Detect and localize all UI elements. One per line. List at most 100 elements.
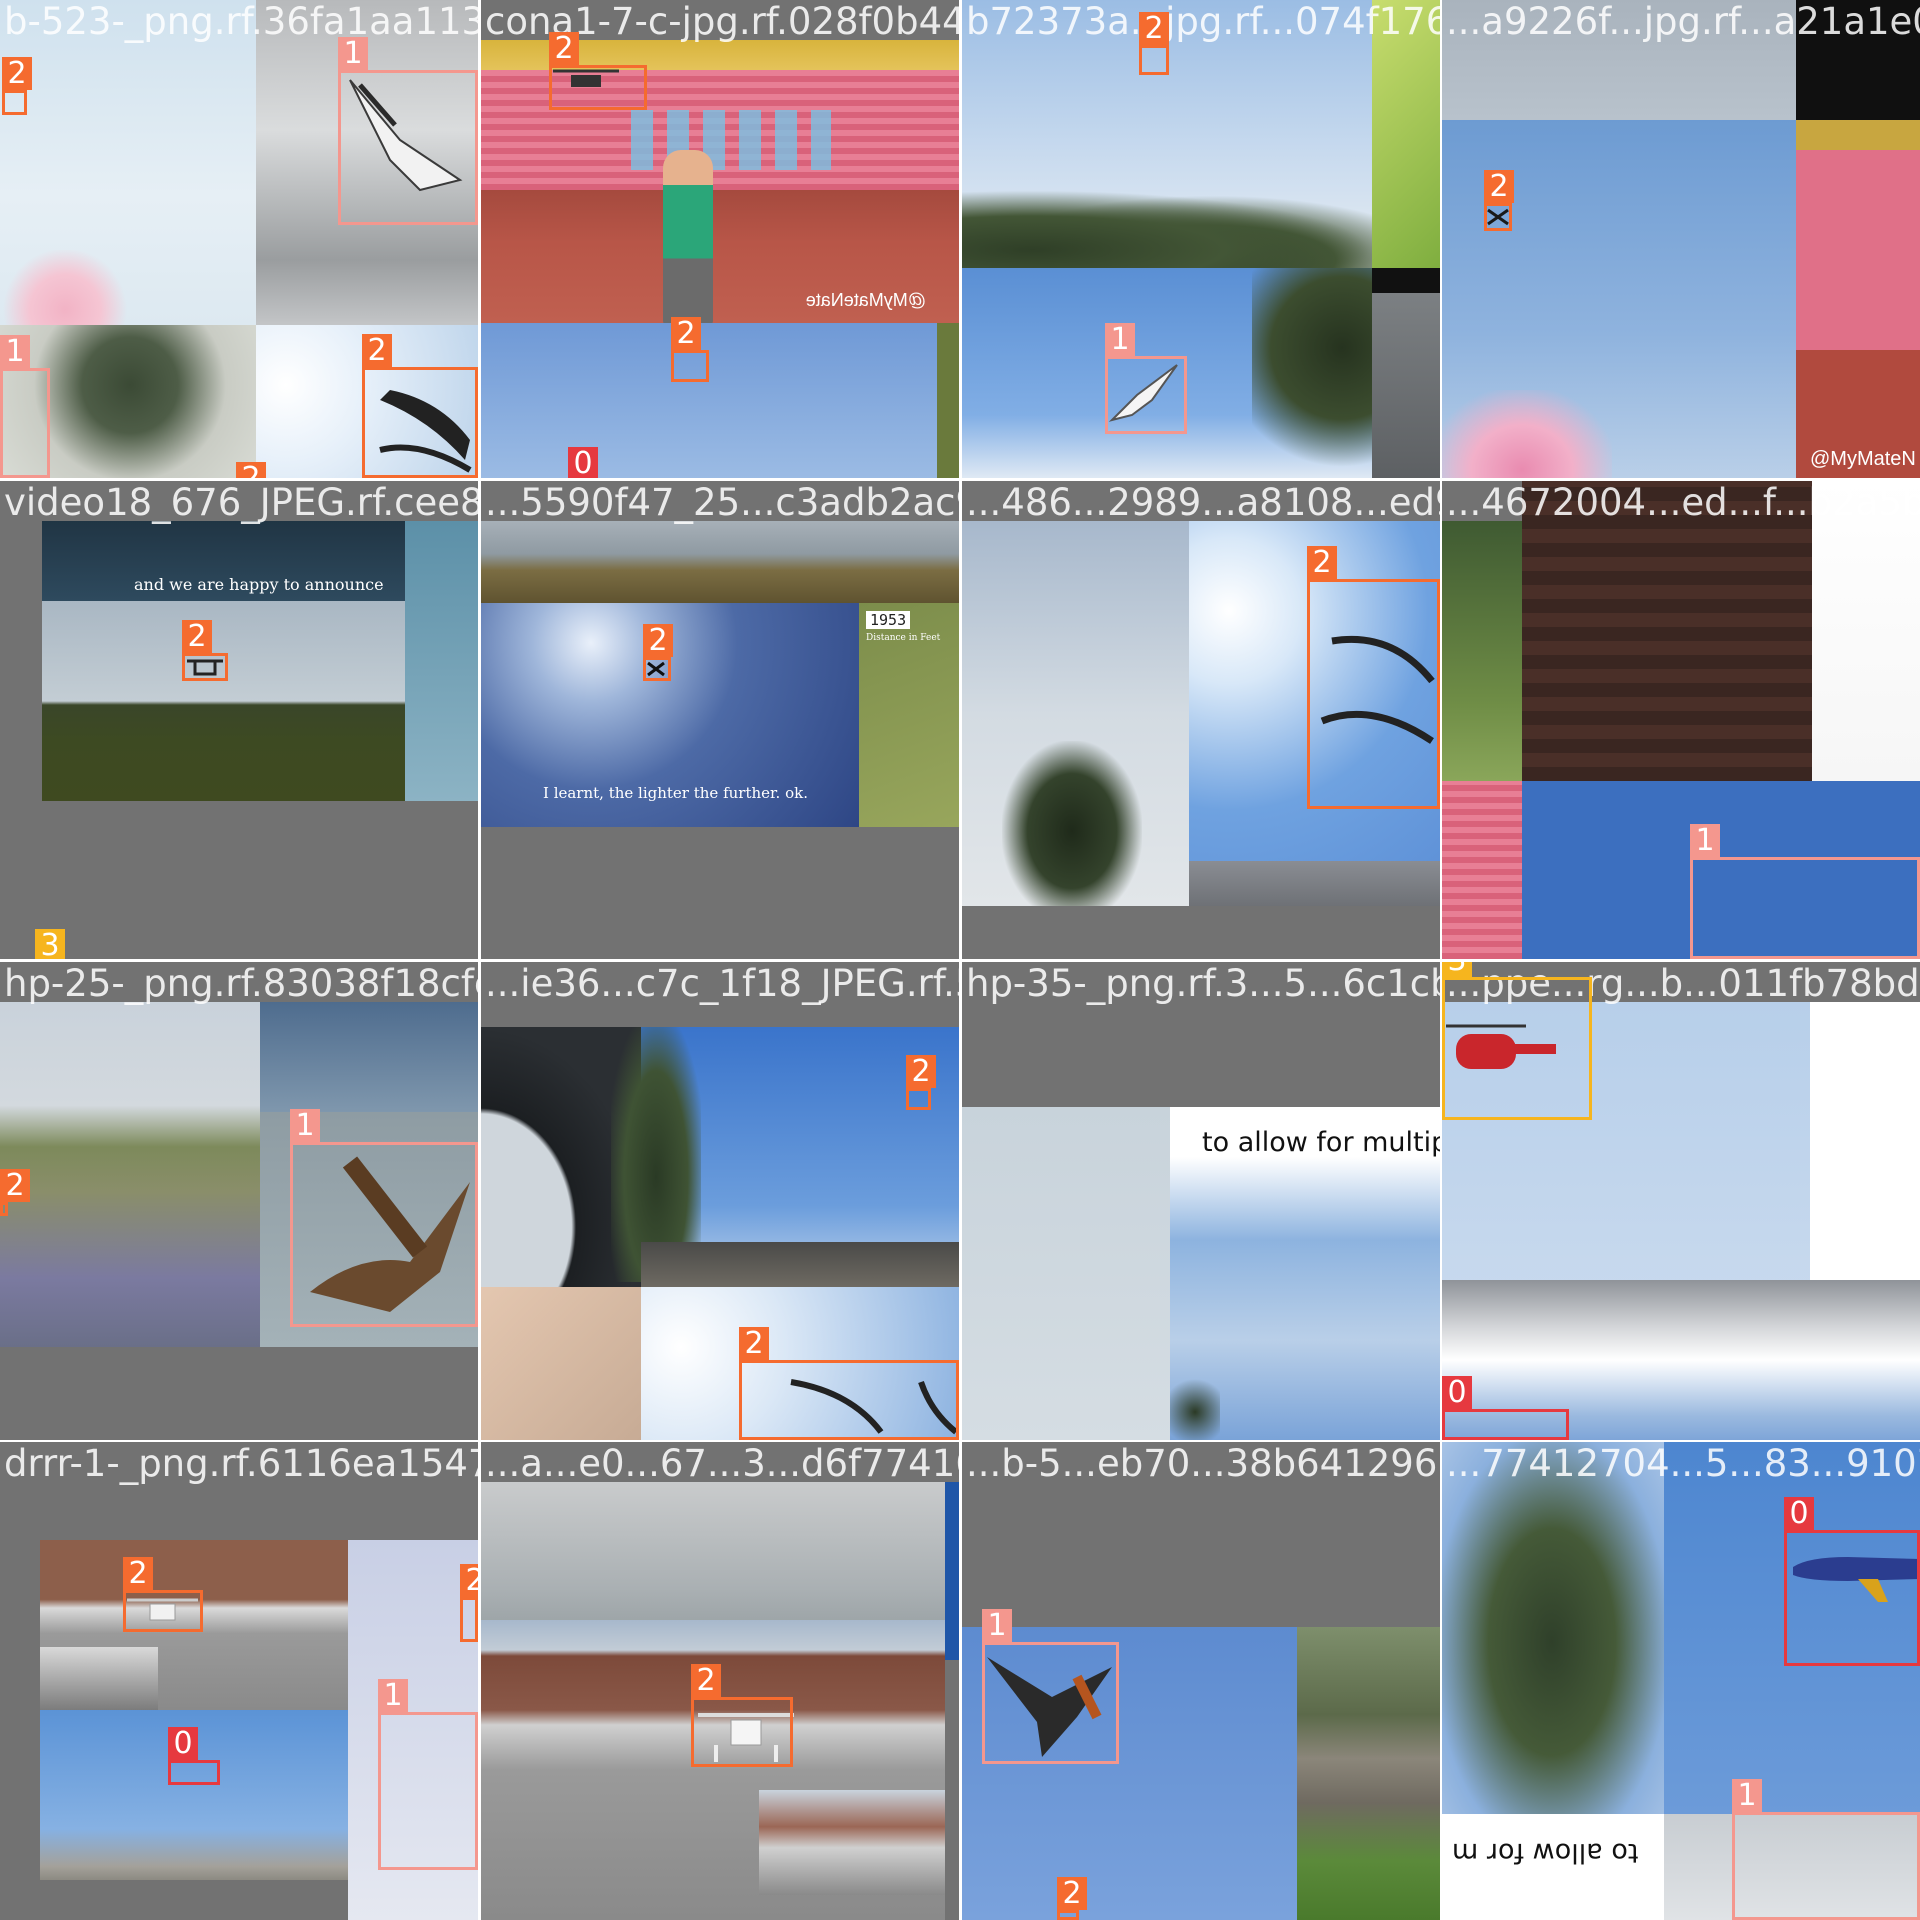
bbox-class-1: 1 bbox=[378, 1679, 478, 1870]
tile-filename: ...4672004...ed...f...b2a5be3fc7... bbox=[1446, 481, 1920, 524]
bbox-class-2: 2 bbox=[671, 317, 709, 382]
tree-crown-photo bbox=[962, 190, 1372, 268]
bbox-class-2: 2 bbox=[1307, 546, 1440, 809]
cherry-blossom-photo bbox=[1442, 390, 1612, 478]
bbox-class-2: 2 bbox=[0, 1169, 30, 1216]
bbox-label: 1 bbox=[1105, 323, 1135, 356]
bbox-label: 2 bbox=[906, 1055, 936, 1088]
bbox-class-3: 3 bbox=[1442, 962, 1592, 1120]
mosaic-tile: ...4672004...ed...f...b2a5be3fc7... 1 bbox=[1442, 481, 1920, 959]
augmented-batch-mosaic: b-523-_png.rf.36fa1aa1137aeca1c7... 2 1 … bbox=[0, 0, 1920, 1920]
mountain-ridge-photo bbox=[1189, 861, 1440, 906]
watermark-text: @MyMateN bbox=[1810, 448, 1916, 470]
bbox-class-2: 2 bbox=[906, 1055, 936, 1110]
tile-filename: hp-35-_png.rf.3...5...6c1cba6fb... bbox=[966, 962, 1440, 1005]
bbox-label: 2 bbox=[739, 1327, 769, 1360]
bbox-label: 1 bbox=[0, 335, 30, 368]
bbox-class-1: 1 bbox=[290, 1109, 478, 1327]
grass-shore-photo bbox=[481, 521, 959, 603]
white-sky-photo bbox=[1812, 481, 1920, 781]
bbox-label: 0 bbox=[1442, 1376, 1472, 1409]
bbox-class-2: 2 bbox=[182, 620, 228, 681]
bbox-label: 1 bbox=[1690, 824, 1720, 857]
bbox-label: 2 bbox=[236, 462, 266, 478]
bbox-label: 2 bbox=[362, 334, 392, 367]
mosaic-tile: ...486...2989...a8108...ed91c4b72... 2 bbox=[962, 481, 1440, 959]
bbox-label: 0 bbox=[168, 1727, 198, 1760]
bbox-label: 2 bbox=[1057, 1877, 1087, 1910]
house-roof-photo bbox=[641, 1242, 959, 1287]
tile-filename: b72373a...jpg.rf...074f1764a9e... bbox=[966, 0, 1440, 43]
concrete-wall-photo bbox=[1372, 268, 1440, 478]
tile-filename: ...b-5...eb70...38b641296... bbox=[966, 1442, 1440, 1485]
bbox-label: 0 bbox=[1784, 1497, 1814, 1530]
bbox-label: 1 bbox=[982, 1609, 1012, 1642]
bbox-class-2: 2 bbox=[1139, 12, 1169, 75]
bbox-label: 2 bbox=[1307, 546, 1337, 579]
farmland-photo bbox=[0, 1002, 260, 1347]
bbox-class-2: 2 bbox=[643, 624, 673, 681]
tree-foliage-photo bbox=[1170, 1372, 1220, 1440]
bbox-label: 2 bbox=[1139, 12, 1169, 45]
bbox-class-2: 2 bbox=[460, 1564, 478, 1642]
bbox-class-1: 1 bbox=[338, 37, 478, 225]
video-caption: to allow for multip bbox=[1202, 1127, 1440, 1158]
parking-lot-thumb-photo bbox=[40, 1647, 158, 1710]
cherry-blossom-photo bbox=[0, 250, 130, 325]
presenter-figure bbox=[663, 150, 713, 325]
bbox-class-1: 1 bbox=[0, 335, 50, 478]
distance-badge-caption: Distance in Feet bbox=[866, 633, 941, 643]
stadium-letters bbox=[631, 110, 831, 170]
tile-filename: b-523-_png.rf.36fa1aa1137aeca1c7... bbox=[4, 0, 478, 43]
mosaic-tile: and we are happy to announce video18_676… bbox=[0, 481, 478, 959]
field-treeline-photo bbox=[42, 601, 405, 801]
brick-building-photo bbox=[1522, 481, 1812, 781]
mosaic-tile: ...b-5...eb70...38b641296... 1 2 bbox=[962, 1442, 1440, 1920]
mosaic-tile: ...a...e0...67...3...d6f77416ebe... 2 bbox=[481, 1442, 959, 1920]
mosaic-tile: to allow for m ...77412704...5...83...91… bbox=[1442, 1442, 1920, 1920]
sky-edge-photo bbox=[945, 1482, 959, 1660]
tile-filename: ...486...2989...a8108...ed91c4b72... bbox=[966, 481, 1440, 524]
bbox-class-0: 0 bbox=[1784, 1497, 1920, 1666]
cloudy-sky-photo bbox=[260, 1002, 478, 1112]
stadium-stands-photo bbox=[1442, 781, 1522, 959]
mosaic-tile: drrr-1-_png.rf.6116ea154770... 2 2 1 0 bbox=[0, 1442, 478, 1920]
bbox-label: 2 bbox=[1484, 170, 1514, 203]
bbox-class-1: 1 bbox=[1732, 1779, 1920, 1920]
bbox-label: 1 bbox=[378, 1679, 408, 1712]
bbox-class-1: 1 bbox=[1105, 323, 1187, 434]
bbox-class-2: 2 bbox=[2, 57, 32, 115]
tile-filename: ...a...e0...67...3...d6f77416ebe... bbox=[485, 1442, 959, 1485]
bbox-label: 2 bbox=[691, 1664, 721, 1697]
bbox-class-2: 2 bbox=[549, 32, 647, 110]
bbox-label: 2 bbox=[123, 1557, 153, 1590]
tile-filename: ...5590f47_25...c3adb2ac9f54... bbox=[485, 481, 959, 524]
bbox-label: 1 bbox=[338, 37, 368, 70]
tile-filename: video18_676_JPEG.rf.cee8ba... bbox=[4, 481, 478, 524]
watermark-text: @MyMateNate bbox=[805, 290, 926, 310]
cloud-sky-photo bbox=[405, 521, 478, 801]
distance-badge: 1953 bbox=[866, 611, 911, 629]
bbox-label: 2 bbox=[0, 1169, 30, 1202]
white-sky-photo bbox=[1810, 1002, 1920, 1320]
mosaic-tile: 1953 Distance in Feet I learnt, the ligh… bbox=[481, 481, 959, 959]
bbox-class-0: 0 bbox=[168, 1727, 220, 1785]
tree-crown-photo bbox=[1442, 1442, 1664, 1814]
mosaic-tile: hp-25-_png.rf.83038f18cfe3e... 1 2 bbox=[0, 962, 478, 1440]
mosaic-tile: b72373a...jpg.rf...074f1764a9e... 2 1 bbox=[962, 0, 1440, 478]
grass-strip-photo bbox=[937, 323, 959, 478]
video-caption: I learnt, the lighter the further. ok. bbox=[543, 784, 808, 802]
mosaic-tile: @MyMateN ...a9226f...jpg.rf...a21a1e0427… bbox=[1442, 0, 1920, 478]
bbox-label: 1 bbox=[1732, 1779, 1762, 1812]
video-caption-mirrored: to allow for m bbox=[1452, 1837, 1639, 1868]
blue-sky-drone-photo bbox=[481, 323, 937, 478]
sepia-sky-photo bbox=[481, 1287, 641, 1440]
bbox-class-2: 2 bbox=[1057, 1877, 1087, 1920]
bbox-label: 2 bbox=[643, 624, 673, 657]
tree-foliage-photo bbox=[1252, 268, 1372, 478]
tile-filename: ...ie36...c7c_1f18_JPEG.rf.55378935... bbox=[485, 962, 959, 1005]
bbox-label: 2 bbox=[182, 620, 212, 653]
bbox-label: 1 bbox=[290, 1109, 320, 1142]
bbox-class-2: 2 bbox=[362, 334, 478, 478]
park-tree-photo bbox=[1442, 521, 1522, 781]
